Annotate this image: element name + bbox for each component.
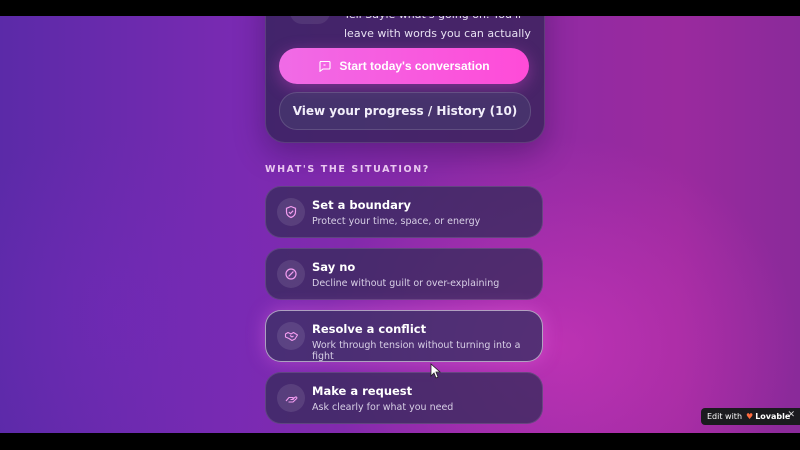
option-say-no[interactable]: Say no Decline without guilt or over-exp… bbox=[265, 248, 543, 300]
option-make-request[interactable]: Make a request Ask clearly for what you … bbox=[265, 372, 543, 424]
option-resolve-conflict[interactable]: Resolve a conflict Work through tension … bbox=[265, 310, 543, 362]
app-viewport: Tell Sayle what's going on. You'll leave… bbox=[0, 16, 800, 433]
start-conversation-label: Start today's conversation bbox=[339, 59, 490, 73]
chat-icon bbox=[319, 60, 331, 72]
top-black-bar bbox=[0, 0, 800, 16]
hand-icon bbox=[277, 384, 305, 412]
heart-icon: ♥ bbox=[746, 412, 754, 421]
no-icon bbox=[277, 260, 305, 288]
start-conversation-button[interactable]: Start today's conversation bbox=[279, 48, 529, 84]
option-title: Set a boundary bbox=[312, 198, 412, 212]
close-icon[interactable]: ✕ bbox=[787, 410, 795, 420]
option-title: Make a request bbox=[312, 384, 413, 398]
option-title: Resolve a conflict bbox=[312, 322, 427, 336]
option-subtitle: Work through tension without turning int… bbox=[312, 340, 521, 362]
shield-icon bbox=[277, 198, 305, 226]
handshake-icon bbox=[277, 322, 305, 350]
edit-with-lovable-badge[interactable]: Edit with ♥ Lovable ✕ bbox=[701, 408, 800, 425]
lovable-brand: ♥ Lovable bbox=[746, 412, 790, 421]
section-heading: WHAT'S THE SITUATION? bbox=[265, 164, 430, 175]
view-progress-button[interactable]: View your progress / History (10) bbox=[279, 92, 531, 130]
bottom-black-bar bbox=[0, 433, 800, 450]
option-subtitle: Decline without guilt or over-explaining bbox=[312, 278, 500, 289]
badge-prefix: Edit with bbox=[707, 412, 743, 421]
option-subtitle: Protect your time, space, or energy bbox=[312, 216, 481, 227]
option-title: Say no bbox=[312, 260, 356, 274]
option-subtitle: Ask clearly for what you need bbox=[312, 402, 454, 413]
mouse-cursor-icon bbox=[430, 363, 442, 379]
view-progress-label: View your progress / History (10) bbox=[292, 104, 518, 118]
option-set-boundary[interactable]: Set a boundary Protect your time, space,… bbox=[265, 186, 543, 238]
lovable-brand-label: Lovable bbox=[755, 412, 791, 421]
